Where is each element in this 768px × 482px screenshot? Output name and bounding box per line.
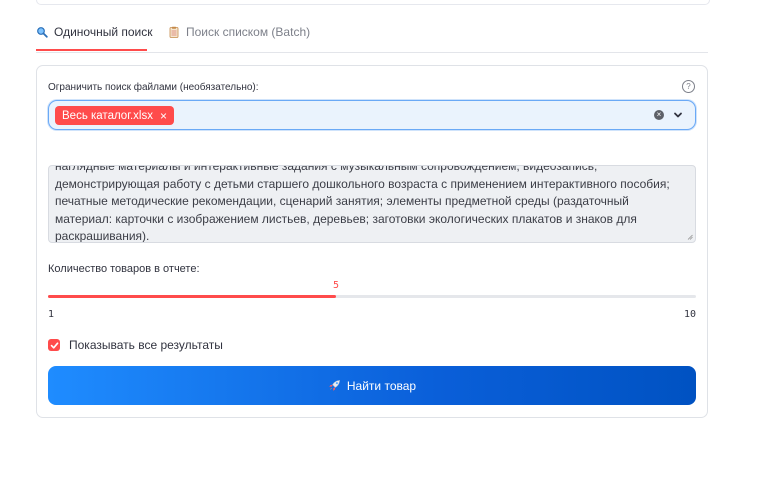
tab-single-search-label: Одиночный поиск bbox=[54, 25, 153, 39]
help-icon[interactable]: ? bbox=[682, 80, 695, 93]
clear-selection-icon[interactable]: × bbox=[654, 110, 664, 120]
clipboard-icon bbox=[169, 26, 179, 38]
slider-max-label: 10 bbox=[683, 309, 696, 320]
chevron-down-icon[interactable] bbox=[672, 109, 684, 121]
file-filter-multiselect[interactable]: Весь каталог.xlsx × × bbox=[48, 100, 696, 130]
resize-handle-icon[interactable] bbox=[687, 234, 693, 240]
selected-file-chip[interactable]: Весь каталог.xlsx × bbox=[55, 106, 175, 125]
remove-chip-icon[interactable]: × bbox=[160, 110, 167, 122]
show-all-label: Показывать все результаты bbox=[69, 338, 223, 352]
file-filter-label: Ограничить поиск файлами (необязательно)… bbox=[48, 82, 259, 93]
previous-section-edge bbox=[36, 0, 710, 5]
search-form-card: Ограничить поиск файлами (необязательно)… bbox=[36, 65, 708, 418]
results-count-slider[interactable] bbox=[48, 295, 696, 298]
selected-file-label: Весь каталог.xlsx bbox=[62, 109, 153, 122]
show-all-results-option[interactable]: Показывать все результаты bbox=[48, 338, 223, 352]
checkmark-icon bbox=[50, 341, 58, 349]
slider-fill bbox=[48, 295, 336, 298]
find-product-label: Найти товар bbox=[346, 378, 417, 393]
tab-batch-search-label: Поиск списком (Batch) bbox=[186, 25, 311, 39]
tab-batch-search[interactable]: Поиск списком (Batch) bbox=[168, 14, 310, 50]
tab-single-search[interactable]: Одиночный поиск bbox=[36, 14, 153, 51]
magnifier-icon bbox=[37, 27, 48, 38]
slider-min-label: 1 bbox=[48, 309, 55, 320]
slider-thumb[interactable] bbox=[330, 290, 342, 302]
active-tab-indicator bbox=[36, 49, 147, 51]
tab-bar: Одиночный поиск Поиск списком (Batch) bbox=[36, 14, 708, 53]
find-product-button[interactable]: Найти товар bbox=[48, 366, 696, 405]
query-text: наглядные материалы и интерактивные зада… bbox=[55, 165, 670, 243]
query-textarea[interactable]: наглядные материалы и интерактивные зада… bbox=[48, 165, 696, 243]
slider-label: Количество товаров в отчете: bbox=[48, 263, 200, 275]
rocket-icon bbox=[329, 380, 340, 391]
show-all-checkbox[interactable] bbox=[48, 339, 60, 351]
